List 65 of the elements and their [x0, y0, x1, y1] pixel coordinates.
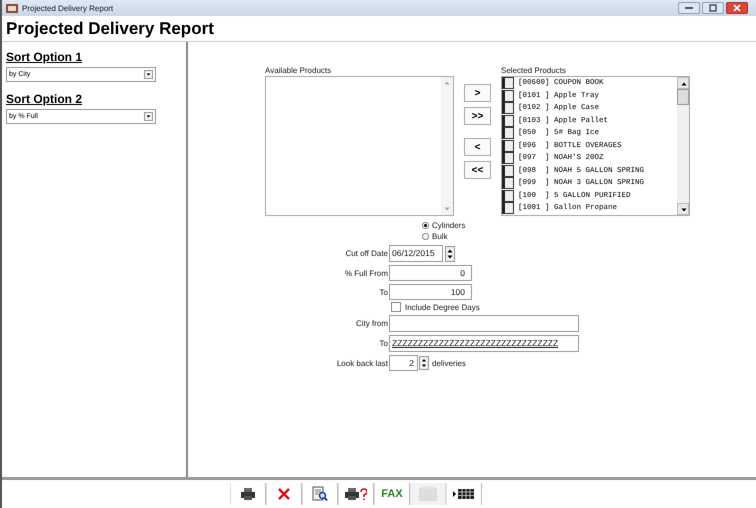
- checkbox-label: Include Degree Days: [405, 302, 480, 312]
- scroll-thumb[interactable]: [677, 89, 689, 105]
- print-query-button[interactable]: [338, 483, 374, 505]
- product-checkbox[interactable]: [502, 152, 514, 164]
- cancel-icon: [277, 487, 291, 501]
- scroll-down-icon[interactable]: [677, 203, 689, 215]
- product-checkbox[interactable]: [502, 202, 514, 214]
- product-checkbox[interactable]: [502, 164, 514, 177]
- radio-button[interactable]: [422, 222, 429, 229]
- spinner-icon[interactable]: [419, 356, 429, 370]
- field-label: To: [378, 288, 389, 296]
- move-button[interactable]: >: [464, 84, 491, 102]
- spinner-icon[interactable]: [445, 246, 455, 262]
- fax-button[interactable]: FAX: [374, 483, 410, 505]
- selected-products-label: Selected Products: [501, 66, 567, 76]
- unit-label: deliveries: [432, 358, 466, 368]
- radio-label: Bulk: [432, 232, 448, 241]
- sort-option-label: Sort Option 1: [6, 50, 82, 64]
- product-checkbox[interactable]: [502, 90, 514, 102]
- window-title: Projected Delivery Report: [22, 4, 114, 12]
- field-label: Cut off Date: [344, 249, 389, 258]
- product-checkbox[interactable]: [502, 102, 514, 114]
- product-checkbox[interactable]: [502, 77, 514, 90]
- close-button[interactable]: [726, 2, 748, 14]
- field-label: City from: [355, 319, 389, 328]
- move-button[interactable]: <<: [464, 161, 491, 179]
- sort-option-label: Sort Option 2: [6, 92, 82, 106]
- checkbox[interactable]: [391, 302, 401, 312]
- move-button[interactable]: >>: [464, 107, 491, 125]
- percent-from-field[interactable]: 0: [389, 265, 472, 281]
- field-label: To: [378, 339, 389, 348]
- radio-label: Cylinders: [432, 221, 466, 230]
- available-products-label: Available Products: [265, 66, 332, 76]
- product-checkbox[interactable]: [502, 177, 514, 190]
- move-button[interactable]: <: [464, 138, 491, 156]
- grid-arrow-icon: [453, 488, 475, 500]
- minimize-button[interactable]: [678, 2, 700, 14]
- printer-icon: [241, 488, 255, 500]
- date-field[interactable]: 06/12/2015: [389, 245, 443, 262]
- cancel-button[interactable]: [266, 483, 302, 505]
- grid-button[interactable]: [446, 483, 482, 505]
- close-icon: [733, 4, 741, 12]
- print-button[interactable]: [230, 483, 266, 505]
- product-checkbox[interactable]: [502, 127, 514, 140]
- maximize-icon: [709, 4, 717, 12]
- city-from-field[interactable]: [389, 315, 579, 332]
- product-checkbox[interactable]: [502, 140, 514, 152]
- minimize-icon: [684, 6, 694, 10]
- document-magnifier-icon: [312, 486, 328, 502]
- percent-to-field[interactable]: 100: [389, 284, 472, 300]
- selected-products-list[interactable]: [501, 76, 690, 216]
- city-to-field[interactable]: ZZZZZZZZZZZZZZZZZZZZZZZZZZZZZZZZ: [389, 335, 579, 352]
- field-label: % Full From: [344, 268, 389, 278]
- radio-button[interactable]: [422, 233, 429, 240]
- field-label: Look back last: [336, 358, 389, 368]
- preview-button[interactable]: [302, 483, 338, 505]
- product-checkbox[interactable]: [502, 190, 514, 202]
- report-heading: Projected Delivery Report: [5, 18, 215, 40]
- printer-question-icon: [345, 488, 367, 500]
- maximize-button[interactable]: [702, 2, 724, 14]
- scrollbar[interactable]: [677, 77, 689, 215]
- scroll-up-icon[interactable]: [677, 77, 689, 89]
- product-checkbox[interactable]: [502, 114, 514, 127]
- app-icon: [6, 4, 18, 12]
- look-back-field[interactable]: 2: [389, 355, 418, 371]
